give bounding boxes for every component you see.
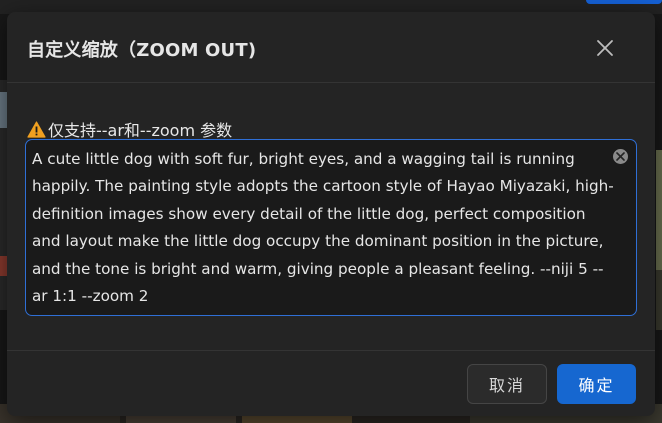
dialog-header: 自定义缩放（ZOOM OUT) xyxy=(7,12,655,83)
prompt-text[interactable]: A cute little dog with soft fur, bright … xyxy=(32,146,618,310)
notice-text: 仅支持--ar和--zoom 参数 xyxy=(48,121,233,140)
confirm-button[interactable]: 确定 xyxy=(557,364,636,404)
zoom-out-dialog: 自定义缩放（ZOOM OUT) 仅支持--ar和--zoom 参数 A cute… xyxy=(7,12,655,416)
clear-button[interactable] xyxy=(613,149,628,164)
prompt-textarea[interactable]: A cute little dog with soft fur, bright … xyxy=(25,139,637,316)
warning-icon xyxy=(27,120,46,138)
cancel-button[interactable]: 取消 xyxy=(467,364,547,404)
background-accent-chip xyxy=(586,0,662,4)
dialog-footer: 取消 确定 xyxy=(7,351,655,415)
clear-circle-icon xyxy=(616,152,625,161)
close-icon xyxy=(597,40,613,56)
param-notice: 仅支持--ar和--zoom 参数 xyxy=(27,117,232,141)
close-button[interactable] xyxy=(595,38,615,58)
background-right-panel xyxy=(656,150,662,330)
dialog-body: 仅支持--ar和--zoom 参数 A cute little dog with… xyxy=(7,83,655,351)
background-thumbnail xyxy=(656,150,662,270)
dialog-title: 自定义缩放（ZOOM OUT) xyxy=(27,40,257,61)
